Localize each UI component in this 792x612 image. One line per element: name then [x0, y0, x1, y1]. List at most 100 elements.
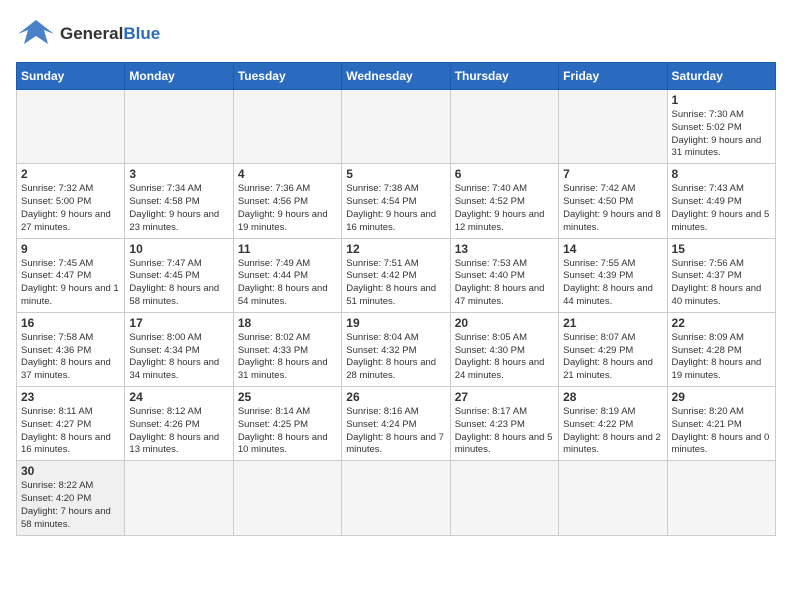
day-info: Sunrise: 8:09 AM Sunset: 4:28 PM Dayligh…	[672, 332, 771, 383]
day-info: Sunrise: 8:11 AM Sunset: 4:27 PM Dayligh…	[21, 406, 120, 457]
calendar-header-row: SundayMondayTuesdayWednesdayThursdayFrid…	[17, 63, 776, 90]
calendar-cell	[125, 461, 233, 535]
calendar-cell: 2Sunrise: 7:32 AM Sunset: 5:00 PM Daylig…	[17, 164, 125, 238]
logo-text: GeneralBlue	[60, 25, 160, 44]
calendar-cell: 29 Sunrise: 8:20 AM Sunset: 4:21 PM Dayli…	[667, 387, 775, 461]
calendar-cell: 13 Sunrise: 7:53 AM Sunset: 4:40 PM Dayli…	[450, 238, 558, 312]
day-info: Sunrise: 8:19 AM Sunset: 4:22 PM Dayligh…	[563, 406, 662, 457]
day-info: Sunrise: 8:20 AM Sunset: 4:21 PM Dayligh…	[672, 406, 771, 457]
calendar-cell	[450, 461, 558, 535]
day-info: Sunrise: 7:38 AM Sunset: 4:54 PM Dayligh…	[346, 183, 445, 234]
calendar-cell: 21 Sunrise: 8:07 AM Sunset: 4:29 PM Dayli…	[559, 312, 667, 386]
day-info: Sunrise: 7:49 AM Sunset: 4:44 PM Dayligh…	[238, 258, 337, 309]
day-info: Sunrise: 7:43 AM Sunset: 4:49 PM Dayligh…	[672, 183, 771, 234]
day-number: 25	[238, 390, 337, 404]
day-info: Sunrise: 7:36 AM Sunset: 4:56 PM Dayligh…	[238, 183, 337, 234]
col-header-thursday: Thursday	[450, 63, 558, 90]
day-info: Sunrise: 7:47 AM Sunset: 4:45 PM Dayligh…	[129, 258, 228, 309]
calendar-cell: 30Sunrise: 8:22 AM Sunset: 4:20 PM Dayli…	[17, 461, 125, 535]
calendar-cell: 1Sunrise: 7:30 AM Sunset: 5:02 PM Daylig…	[667, 90, 775, 164]
calendar-cell	[125, 90, 233, 164]
day-info: Sunrise: 7:34 AM Sunset: 4:58 PM Dayligh…	[129, 183, 228, 234]
calendar-cell: 8 Sunrise: 7:43 AM Sunset: 4:49 PM Daylig…	[667, 164, 775, 238]
calendar-cell: 7 Sunrise: 7:42 AM Sunset: 4:50 PM Daylig…	[559, 164, 667, 238]
calendar-week-row: 30Sunrise: 8:22 AM Sunset: 4:20 PM Dayli…	[17, 461, 776, 535]
calendar-cell	[233, 90, 341, 164]
day-number: 5	[346, 167, 445, 181]
calendar-cell	[233, 461, 341, 535]
calendar-cell: 16 Sunrise: 7:58 AM Sunset: 4:36 PM Dayli…	[17, 312, 125, 386]
calendar-week-row: 16 Sunrise: 7:58 AM Sunset: 4:36 PM Dayli…	[17, 312, 776, 386]
calendar-cell: 18 Sunrise: 8:02 AM Sunset: 4:33 PM Dayli…	[233, 312, 341, 386]
day-number: 4	[238, 167, 337, 181]
calendar-week-row: 2Sunrise: 7:32 AM Sunset: 5:00 PM Daylig…	[17, 164, 776, 238]
day-number: 20	[455, 316, 554, 330]
calendar-cell	[559, 90, 667, 164]
calendar-cell: 12 Sunrise: 7:51 AM Sunset: 4:42 PM Dayli…	[342, 238, 450, 312]
day-info: Sunrise: 7:40 AM Sunset: 4:52 PM Dayligh…	[455, 183, 554, 234]
day-info: Sunrise: 8:04 AM Sunset: 4:32 PM Dayligh…	[346, 332, 445, 383]
day-number: 28	[563, 390, 662, 404]
calendar-cell: 4 Sunrise: 7:36 AM Sunset: 4:56 PM Daylig…	[233, 164, 341, 238]
calendar-cell: 19Sunrise: 8:04 AM Sunset: 4:32 PM Dayli…	[342, 312, 450, 386]
day-info: Sunrise: 7:53 AM Sunset: 4:40 PM Dayligh…	[455, 258, 554, 309]
day-info: Sunrise: 8:00 AM Sunset: 4:34 PM Dayligh…	[129, 332, 228, 383]
calendar-cell: 20 Sunrise: 8:05 AM Sunset: 4:30 PM Dayli…	[450, 312, 558, 386]
col-header-friday: Friday	[559, 63, 667, 90]
day-info: Sunrise: 8:07 AM Sunset: 4:29 PM Dayligh…	[563, 332, 662, 383]
calendar-cell: 17 Sunrise: 8:00 AM Sunset: 4:34 PM Dayli…	[125, 312, 233, 386]
day-info: Sunrise: 7:58 AM Sunset: 4:36 PM Dayligh…	[21, 332, 120, 383]
calendar-cell	[342, 461, 450, 535]
calendar-cell: 3 Sunrise: 7:34 AM Sunset: 4:58 PM Daylig…	[125, 164, 233, 238]
day-number: 13	[455, 242, 554, 256]
calendar-cell: 27Sunrise: 8:17 AM Sunset: 4:23 PM Dayli…	[450, 387, 558, 461]
calendar-cell: 15 Sunrise: 7:56 AM Sunset: 4:37 PM Dayli…	[667, 238, 775, 312]
day-number: 12	[346, 242, 445, 256]
day-number: 29	[672, 390, 771, 404]
calendar-cell: 9Sunrise: 7:45 AM Sunset: 4:47 PM Daylig…	[17, 238, 125, 312]
day-number: 9	[21, 242, 120, 256]
day-info: Sunrise: 8:12 AM Sunset: 4:26 PM Dayligh…	[129, 406, 228, 457]
calendar-week-row: 1Sunrise: 7:30 AM Sunset: 5:02 PM Daylig…	[17, 90, 776, 164]
day-number: 15	[672, 242, 771, 256]
day-number: 30	[21, 464, 120, 478]
day-info: Sunrise: 8:17 AM Sunset: 4:23 PM Dayligh…	[455, 406, 554, 457]
calendar-cell: 14Sunrise: 7:55 AM Sunset: 4:39 PM Dayli…	[559, 238, 667, 312]
day-info: Sunrise: 7:56 AM Sunset: 4:37 PM Dayligh…	[672, 258, 771, 309]
day-number: 22	[672, 316, 771, 330]
day-info: Sunrise: 7:51 AM Sunset: 4:42 PM Dayligh…	[346, 258, 445, 309]
day-info: Sunrise: 7:55 AM Sunset: 4:39 PM Dayligh…	[563, 258, 662, 309]
calendar-cell: 5 Sunrise: 7:38 AM Sunset: 4:54 PM Daylig…	[342, 164, 450, 238]
day-number: 10	[129, 242, 228, 256]
calendar-cell: 28 Sunrise: 8:19 AM Sunset: 4:22 PM Dayli…	[559, 387, 667, 461]
day-number: 21	[563, 316, 662, 330]
logo-icon	[16, 16, 56, 52]
day-number: 3	[129, 167, 228, 181]
col-header-tuesday: Tuesday	[233, 63, 341, 90]
calendar-week-row: 9Sunrise: 7:45 AM Sunset: 4:47 PM Daylig…	[17, 238, 776, 312]
day-info: Sunrise: 8:16 AM Sunset: 4:24 PM Dayligh…	[346, 406, 445, 457]
day-number: 16	[21, 316, 120, 330]
day-info: Sunrise: 8:05 AM Sunset: 4:30 PM Dayligh…	[455, 332, 554, 383]
day-number: 7	[563, 167, 662, 181]
calendar-week-row: 23 Sunrise: 8:11 AM Sunset: 4:27 PM Dayli…	[17, 387, 776, 461]
col-header-sunday: Sunday	[17, 63, 125, 90]
calendar-cell	[17, 90, 125, 164]
calendar-cell: 24Sunrise: 8:12 AM Sunset: 4:26 PM Dayli…	[125, 387, 233, 461]
day-info: Sunrise: 7:30 AM Sunset: 5:02 PM Dayligh…	[672, 109, 771, 160]
calendar-cell: 10 Sunrise: 7:47 AM Sunset: 4:45 PM Dayli…	[125, 238, 233, 312]
calendar-cell: 6 Sunrise: 7:40 AM Sunset: 4:52 PM Daylig…	[450, 164, 558, 238]
day-number: 8	[672, 167, 771, 181]
day-info: Sunrise: 8:02 AM Sunset: 4:33 PM Dayligh…	[238, 332, 337, 383]
col-header-saturday: Saturday	[667, 63, 775, 90]
page-header: GeneralBlue	[16, 16, 776, 52]
col-header-monday: Monday	[125, 63, 233, 90]
day-number: 26	[346, 390, 445, 404]
day-info: Sunrise: 7:42 AM Sunset: 4:50 PM Dayligh…	[563, 183, 662, 234]
day-number: 18	[238, 316, 337, 330]
day-number: 23	[21, 390, 120, 404]
day-number: 6	[455, 167, 554, 181]
day-number: 17	[129, 316, 228, 330]
day-number: 11	[238, 242, 337, 256]
day-number: 2	[21, 167, 120, 181]
